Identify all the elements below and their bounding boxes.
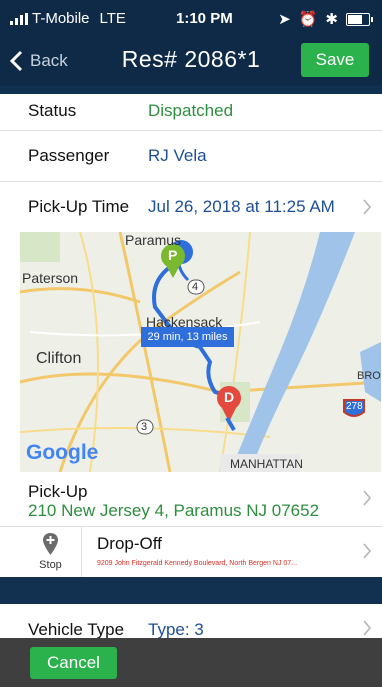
pickup-label: Pick-Up — [28, 482, 88, 501]
status-bar: T-Mobile LTE 1:10 PM ➤ ⏰ ✱ — [0, 0, 382, 38]
signal-icon — [10, 12, 28, 25]
location-icon: ➤ — [278, 11, 291, 28]
status-row: Status Dispatched — [0, 94, 382, 131]
save-button[interactable]: Save — [301, 43, 369, 77]
carrier-text: T-Mobile — [32, 10, 90, 27]
header-divider — [0, 86, 382, 94]
dropoff-address: 9209 John Fitzgerald Kennedy Boulevard, … — [97, 560, 298, 567]
pickup-address: 210 New Jersey 4, Paramus NJ 07652 — [28, 501, 320, 520]
section-divider — [0, 577, 382, 604]
footer-bar: Cancel — [0, 638, 382, 687]
stop-handle[interactable]: Stop — [20, 527, 82, 577]
map-label-clifton: Clifton — [36, 350, 82, 367]
chevron-right-icon — [363, 543, 372, 559]
navigation-bar: Back Res# 2086*1 Save — [0, 38, 382, 86]
status-value: Dispatched — [148, 101, 234, 120]
map-label-bronx: BRON — [357, 370, 381, 382]
map-pin-icon — [43, 533, 58, 555]
chevron-right-icon — [363, 199, 372, 215]
clock-text: 1:10 PM — [176, 10, 233, 27]
pickup-marker-icon: P — [168, 247, 178, 263]
chevron-right-icon — [363, 490, 372, 506]
passenger-label: Passenger — [28, 146, 110, 165]
network-text: LTE — [99, 10, 126, 27]
highway-shield-278: 278 — [346, 401, 363, 412]
vehicle-type-value: Type: 3 — [148, 620, 204, 639]
google-logo: Google — [26, 441, 99, 464]
pickup-time-label: Pick-Up Time — [28, 197, 130, 216]
highway-shield-3: 3 — [141, 421, 148, 433]
passenger-row[interactable]: Passenger RJ Vela — [0, 131, 382, 182]
battery-icon — [346, 12, 373, 26]
map-label-manhattan: MANHATTAN — [230, 457, 303, 471]
highway-shield-4: 4 — [192, 281, 199, 293]
status-label: Status — [28, 101, 77, 120]
passenger-value: RJ Vela — [148, 146, 207, 165]
bluetooth-icon: ✱ — [325, 11, 338, 28]
stop-label: Stop — [39, 559, 62, 571]
cancel-button[interactable]: Cancel — [30, 647, 117, 679]
map-label-paramus: Paramus — [125, 232, 182, 248]
pickup-time-value: Jul 26, 2018 at 11:25 AM — [148, 197, 335, 216]
dropoff-marker-icon: D — [224, 389, 235, 405]
pickup-row[interactable]: Pick-Up 210 New Jersey 4, Paramus NJ 076… — [0, 472, 382, 527]
route-map[interactable]: Paramus Paterson Hackensack Clifton MANH… — [20, 232, 381, 472]
vehicle-type-row[interactable]: Vehicle Type Type: 3 — [0, 604, 382, 639]
vehicle-type-label: Vehicle Type — [28, 620, 125, 639]
pickup-time-row[interactable]: Pick-Up Time Jul 26, 2018 at 11:25 AM — [0, 182, 382, 232]
map-label-paterson: Paterson — [22, 270, 79, 286]
alarm-icon: ⏰ — [298, 11, 318, 28]
dropoff-label: Drop-Off — [97, 534, 162, 553]
route-duration-badge: 29 min, 13 miles — [141, 327, 234, 347]
chevron-right-icon — [363, 620, 372, 636]
top-bar: T-Mobile LTE 1:10 PM ➤ ⏰ ✱ Back Res# 208… — [0, 0, 382, 86]
